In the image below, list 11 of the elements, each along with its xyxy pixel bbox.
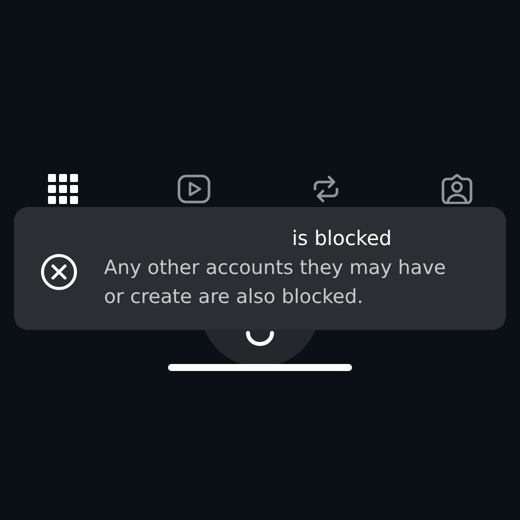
- play-icon: [177, 174, 212, 204]
- grid-tab[interactable]: [48, 174, 78, 204]
- toast-message: Any other accounts they may have or create are also blocked.: [104, 255, 447, 310]
- repost-icon: [310, 174, 341, 204]
- tagged-tab[interactable]: [440, 174, 474, 204]
- person-tag-icon: [440, 174, 474, 204]
- reels-tab[interactable]: [177, 174, 212, 204]
- close-circle-icon: [40, 252, 78, 290]
- toast-title: is blocked: [292, 226, 393, 250]
- grid-icon: [48, 174, 78, 204]
- reposts-tab[interactable]: [310, 174, 341, 204]
